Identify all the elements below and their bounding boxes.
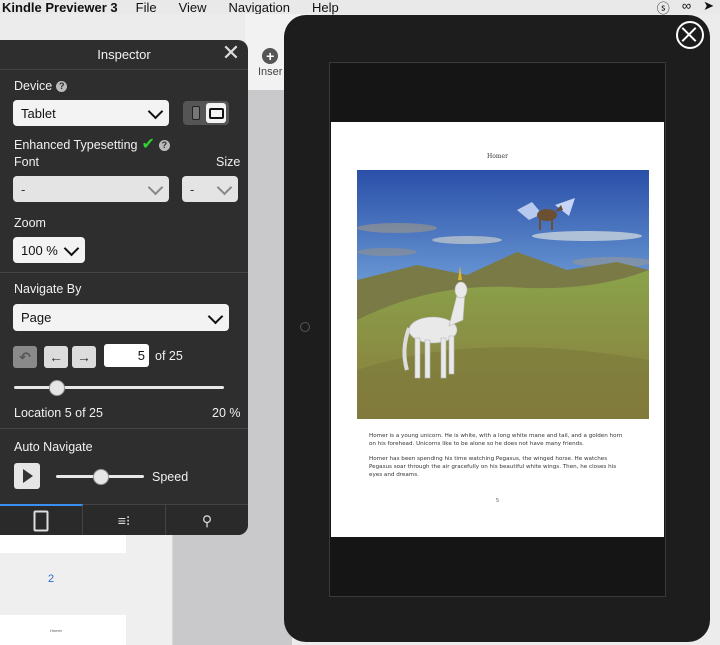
menu-file[interactable]: File xyxy=(136,0,157,15)
menu-bar: Kindle Previewer 3 File View Navigation … xyxy=(0,0,720,17)
device-label: Device? xyxy=(14,79,68,93)
tab-table-of-contents[interactable]: ≡⁝ xyxy=(83,505,166,535)
search-icon: ⚲ xyxy=(201,512,213,528)
app-menu[interactable]: Kindle Previewer 3 xyxy=(2,0,118,15)
divider xyxy=(0,272,248,273)
page-thumbnail[interactable] xyxy=(0,535,126,553)
zoom-select[interactable]: 100 % xyxy=(13,237,85,263)
zoom-label: Zoom xyxy=(14,216,46,230)
menu-navigation[interactable]: Navigation xyxy=(229,0,290,15)
body-text: Homer is a young unicorn. He is white, w… xyxy=(369,432,629,486)
divider xyxy=(0,428,248,429)
chevron-down-icon xyxy=(207,308,224,324)
orientation-toggle xyxy=(183,101,229,125)
tab-search[interactable]: ⚲ xyxy=(166,505,248,535)
device-value: Tablet xyxy=(21,105,56,121)
navigate-by-label: Navigate By xyxy=(14,282,82,296)
thumbnail-panel: 2 Homer xyxy=(0,535,173,645)
size-select[interactable]: - xyxy=(182,176,238,202)
landscape-icon[interactable] xyxy=(206,103,226,123)
list-icon: ≡⁝ xyxy=(117,512,131,528)
book-page-number: 5 xyxy=(496,498,499,504)
zoom-value: 100 % xyxy=(21,242,58,258)
location-text: Location 5 of 25 xyxy=(14,406,103,420)
undo-navigation-button[interactable]: ↶ xyxy=(13,346,37,368)
chevron-down-icon xyxy=(147,179,164,196)
speed-label: Speed xyxy=(152,470,189,484)
book-page[interactable]: Homer Homer is a young unicorn. He is wh… xyxy=(331,122,664,537)
thumbnail-title: Homer xyxy=(50,628,63,633)
play-button[interactable] xyxy=(14,463,40,489)
page-thumbnail[interactable]: Homer xyxy=(0,615,126,645)
device-label-text: Device xyxy=(14,79,53,93)
size-label: Size xyxy=(216,155,241,169)
location-percent: 20 % xyxy=(212,406,241,420)
insert-button[interactable]: + Inser xyxy=(258,48,282,78)
tab-device[interactable] xyxy=(0,504,83,535)
help-icon[interactable]: ? xyxy=(56,81,68,92)
chevron-down-icon xyxy=(63,240,80,257)
next-page-button[interactable]: → xyxy=(72,346,96,368)
font-select[interactable]: - xyxy=(13,176,169,202)
enhanced-typesetting-row: Enhanced Typesetting ✔? xyxy=(14,134,170,154)
plus-icon: + xyxy=(262,48,279,64)
menu-view[interactable]: View xyxy=(179,0,207,15)
checkmark-icon: ✔ xyxy=(141,136,155,153)
tablet-screen: Homer Homer is a young unicorn. He is wh… xyxy=(329,62,666,597)
page-number-input[interactable]: 5 xyxy=(104,344,149,367)
inspector-header: Inspector ✕ xyxy=(0,40,248,70)
font-label: Font xyxy=(14,155,40,169)
chevron-down-icon xyxy=(147,103,164,120)
font-value: - xyxy=(21,181,26,197)
thumbnail-page-number: 2 xyxy=(48,573,55,585)
help-icon[interactable]: ? xyxy=(158,140,170,151)
menu-help[interactable]: Help xyxy=(312,0,339,15)
portrait-icon[interactable] xyxy=(187,104,205,122)
inspector-panel: Inspector ✕ Device? Tablet Enhanced Type… xyxy=(0,40,248,535)
camera-icon xyxy=(300,322,310,332)
close-preview-button[interactable] xyxy=(673,18,707,52)
previous-page-button[interactable]: ← xyxy=(44,346,68,368)
inspector-title: Inspector xyxy=(97,47,151,62)
send-icon[interactable]: ➤ xyxy=(703,0,714,17)
paragraph: Homer has been spending his time watchin… xyxy=(369,456,617,478)
navigate-by-select[interactable]: Page xyxy=(13,304,229,331)
tablet-preview: Homer Homer is a young unicorn. He is wh… xyxy=(284,15,710,642)
illustration-svg xyxy=(357,170,649,419)
insert-label: Inser xyxy=(258,66,283,78)
speed-slider-thumb[interactable] xyxy=(93,469,109,485)
paragraph: Homer is a young unicorn. He is white, w… xyxy=(369,433,623,447)
navigate-by-value: Page xyxy=(21,310,52,325)
page-of-total: of 25 xyxy=(155,349,183,363)
device-select[interactable]: Tablet xyxy=(13,100,169,126)
close-icon[interactable]: ✕ xyxy=(220,42,242,64)
location-slider-track[interactable] xyxy=(14,386,224,389)
auto-navigate-label: Auto Navigate xyxy=(14,440,93,454)
unicorn-illustration xyxy=(357,170,649,419)
size-value: - xyxy=(190,181,195,197)
page-title: Homer xyxy=(487,153,508,160)
tablet-icon xyxy=(33,510,49,532)
chevron-down-icon xyxy=(216,179,233,196)
location-slider-thumb[interactable] xyxy=(49,380,65,396)
enhanced-typesetting-label: Enhanced Typesetting xyxy=(14,138,138,152)
play-icon xyxy=(23,469,33,483)
inspector-tabs: ≡⁝ ⚲ xyxy=(0,504,248,535)
